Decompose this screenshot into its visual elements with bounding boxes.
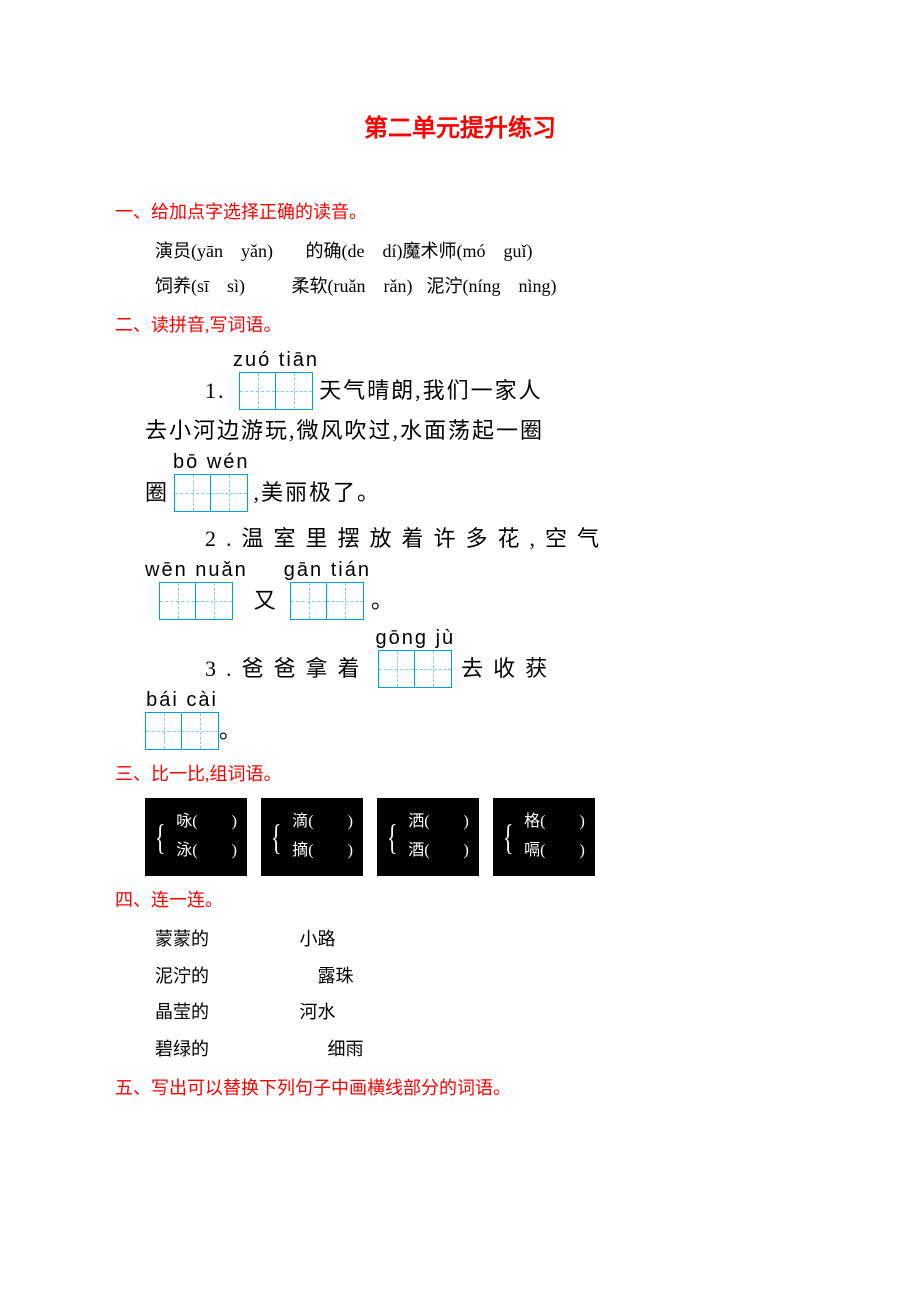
q2-3-text1: 爸爸拿着 — [242, 650, 370, 688]
q1-item-2-opts: (de dí) — [341, 241, 402, 261]
q2-1-text1: 天气晴朗,我们一家人 — [319, 372, 543, 410]
q3-3b: 酒 — [408, 842, 424, 859]
q3-groups: { 咏() 泳() { 滴() 摘() { 洒() 酒() { 格() 嗝() — [115, 798, 805, 876]
q1-line-2: 饲养(sī sì) 柔软(ruǎn rǎn) 泥泞(níng nìng) — [155, 272, 805, 301]
q4-1-left: 蒙蒙的 — [155, 925, 295, 954]
q2-1-num: 1. — [205, 372, 226, 410]
q2-2-end: 。 — [371, 582, 395, 620]
q4-row-3: 晶莹的 河水 — [115, 998, 805, 1027]
page-title: 第二单元提升练习 — [115, 110, 805, 148]
q4-2-right: 露珠 — [318, 962, 354, 991]
q4-row-1: 蒙蒙的 小路 — [115, 925, 805, 954]
q2-3-pinyin1: gōng jù — [376, 628, 456, 648]
q1-item-6-word: 泥泞 — [426, 276, 462, 296]
tianzi-box[interactable] — [239, 372, 313, 410]
q2-1-text2: 去小河边游玩,微风吹过,水面荡起一圈 — [145, 412, 544, 450]
q2-1-row3: 圈 bō wén ,美丽极了。 — [145, 452, 805, 512]
q2-1-row1: 1. zuó tiān 天气晴朗,我们一家人 — [145, 350, 805, 410]
q1-item-4-word: 饲养 — [155, 276, 191, 296]
q4-3-right: 河水 — [300, 998, 336, 1027]
q2-2-mid: 又 — [254, 582, 278, 620]
q4-4-right: 细雨 — [328, 1035, 364, 1064]
q2-2-row1: 2. 温室里摆放着许多花,空气 — [145, 520, 805, 558]
q4-4-left: 碧绿的 — [155, 1035, 295, 1064]
section-5-header: 五、写出可以替换下列句子中画横线部分的词语。 — [115, 1074, 805, 1103]
q4-1-right: 小路 — [300, 925, 336, 954]
q4-3-left: 晶莹的 — [155, 998, 295, 1027]
q2-2-text1: 温室里摆放着许多花,空气 — [242, 520, 610, 558]
q2-1-text4: ,美丽极了。 — [254, 474, 382, 512]
tianzi-box[interactable] — [174, 474, 248, 512]
q1-item-3-word: 魔术师 — [402, 241, 456, 261]
q3-group-4: { 格() 嗝() — [493, 798, 595, 876]
q3-4a: 格 — [524, 813, 540, 830]
q1-item-2-word: 的确 — [305, 241, 341, 261]
q2-1-pinyin2: bō wén — [173, 452, 250, 472]
section-4-header: 四、连一连。 — [115, 886, 805, 915]
q2-3-num: 3. — [205, 650, 242, 688]
q2-2-pinyin1: wēn nuǎn — [145, 560, 248, 580]
q2-3-row2: bái cài 。 — [145, 690, 805, 750]
section-1-header: 一、给加点字选择正确的读音。 — [115, 198, 805, 227]
q1-item-1-word: 演员 — [155, 241, 191, 261]
q1-item-3-opts: (mó guǐ) — [456, 241, 532, 261]
q3-3a: 洒 — [408, 813, 424, 830]
tianzi-box[interactable] — [290, 582, 364, 620]
q1-line-1: 演员(yān yǎn) 的确(de dí)魔术师(mó guǐ) — [155, 237, 805, 266]
q3-group-2: { 滴() 摘() — [261, 798, 363, 876]
q1-item-4-opts: (sī sì) — [191, 276, 245, 296]
q1-item-5-opts: (ruǎn rǎn) — [328, 276, 413, 296]
q4-row-2: 泥泞的 露珠 — [115, 962, 805, 991]
q2-3-pinyin2: bái cài — [146, 690, 218, 710]
q1-item-5-word: 柔软 — [292, 276, 328, 296]
q2-2-num: 2. — [205, 520, 242, 558]
section-2-header: 二、读拼音,写词语。 — [115, 311, 805, 340]
q3-2a: 滴 — [292, 813, 308, 830]
q1-item-1-opts: (yān yǎn) — [191, 241, 273, 261]
tianzi-box[interactable] — [378, 650, 452, 688]
section-3-header: 三、比一比,组词语。 — [115, 760, 805, 789]
q2-1-row2: 去小河边游玩,微风吹过,水面荡起一圈 — [145, 412, 805, 450]
q3-2b: 摘 — [292, 842, 308, 859]
tianzi-box[interactable] — [159, 582, 233, 620]
q2-2-pinyin2: gān tián — [284, 560, 371, 580]
q2-3-row1: 3. 爸爸拿着 gōng jù 去收获 — [145, 628, 805, 688]
q4-row-4: 碧绿的 细雨 — [115, 1035, 805, 1064]
q2-3-text2: 去收获 — [461, 650, 557, 688]
q2-1-text3: 圈 — [145, 474, 169, 512]
q1-item-6-opts: (níng nìng) — [462, 276, 556, 296]
q3-1a: 咏 — [176, 813, 192, 830]
q2-3-end: 。 — [219, 712, 243, 750]
q2-2-row2: wēn nuǎn 又 gān tián 。 — [145, 560, 805, 620]
q3-group-3: { 洒() 酒() — [377, 798, 479, 876]
q4-2-left: 泥泞的 — [155, 962, 295, 991]
q3-group-1: { 咏() 泳() — [145, 798, 247, 876]
tianzi-box[interactable] — [145, 712, 219, 750]
q2-1-pinyin1: zuó tiān — [233, 350, 319, 370]
q3-1b: 泳 — [176, 842, 192, 859]
q3-4b: 嗝 — [524, 842, 540, 859]
